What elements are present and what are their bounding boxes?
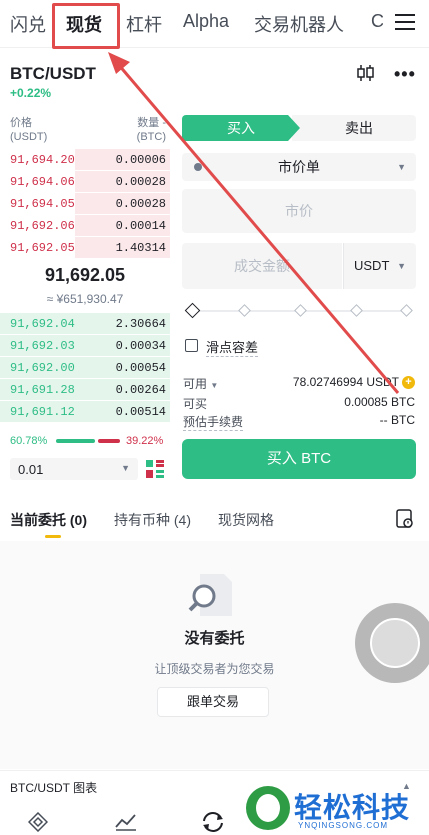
floating-assistive-button[interactable]	[355, 603, 429, 683]
markets-icon[interactable]	[115, 811, 137, 831]
copy-trading-button[interactable]: 跟单交易	[157, 687, 269, 717]
tab-spot-grid[interactable]: 现货网格	[218, 510, 274, 530]
no-orders-icon	[188, 574, 232, 616]
tab-holdings[interactable]: 持有币种 (4)	[114, 510, 191, 530]
order-history-icon[interactable]	[396, 509, 414, 529]
home-icon[interactable]	[28, 812, 48, 832]
watermark-logo	[246, 786, 290, 830]
tab-open-orders[interactable]: 当前委托 (0)	[10, 510, 87, 530]
watermark: 轻松科技 YNQINGSONG.COM	[246, 784, 429, 835]
watermark-url: YNQINGSONG.COM	[298, 821, 389, 830]
chart-bar-label: BTC/USDT 图表	[10, 781, 98, 795]
active-tab-indicator	[45, 535, 61, 538]
trade-icon[interactable]	[201, 811, 225, 833]
watermark-text: 轻松科技	[294, 792, 411, 823]
